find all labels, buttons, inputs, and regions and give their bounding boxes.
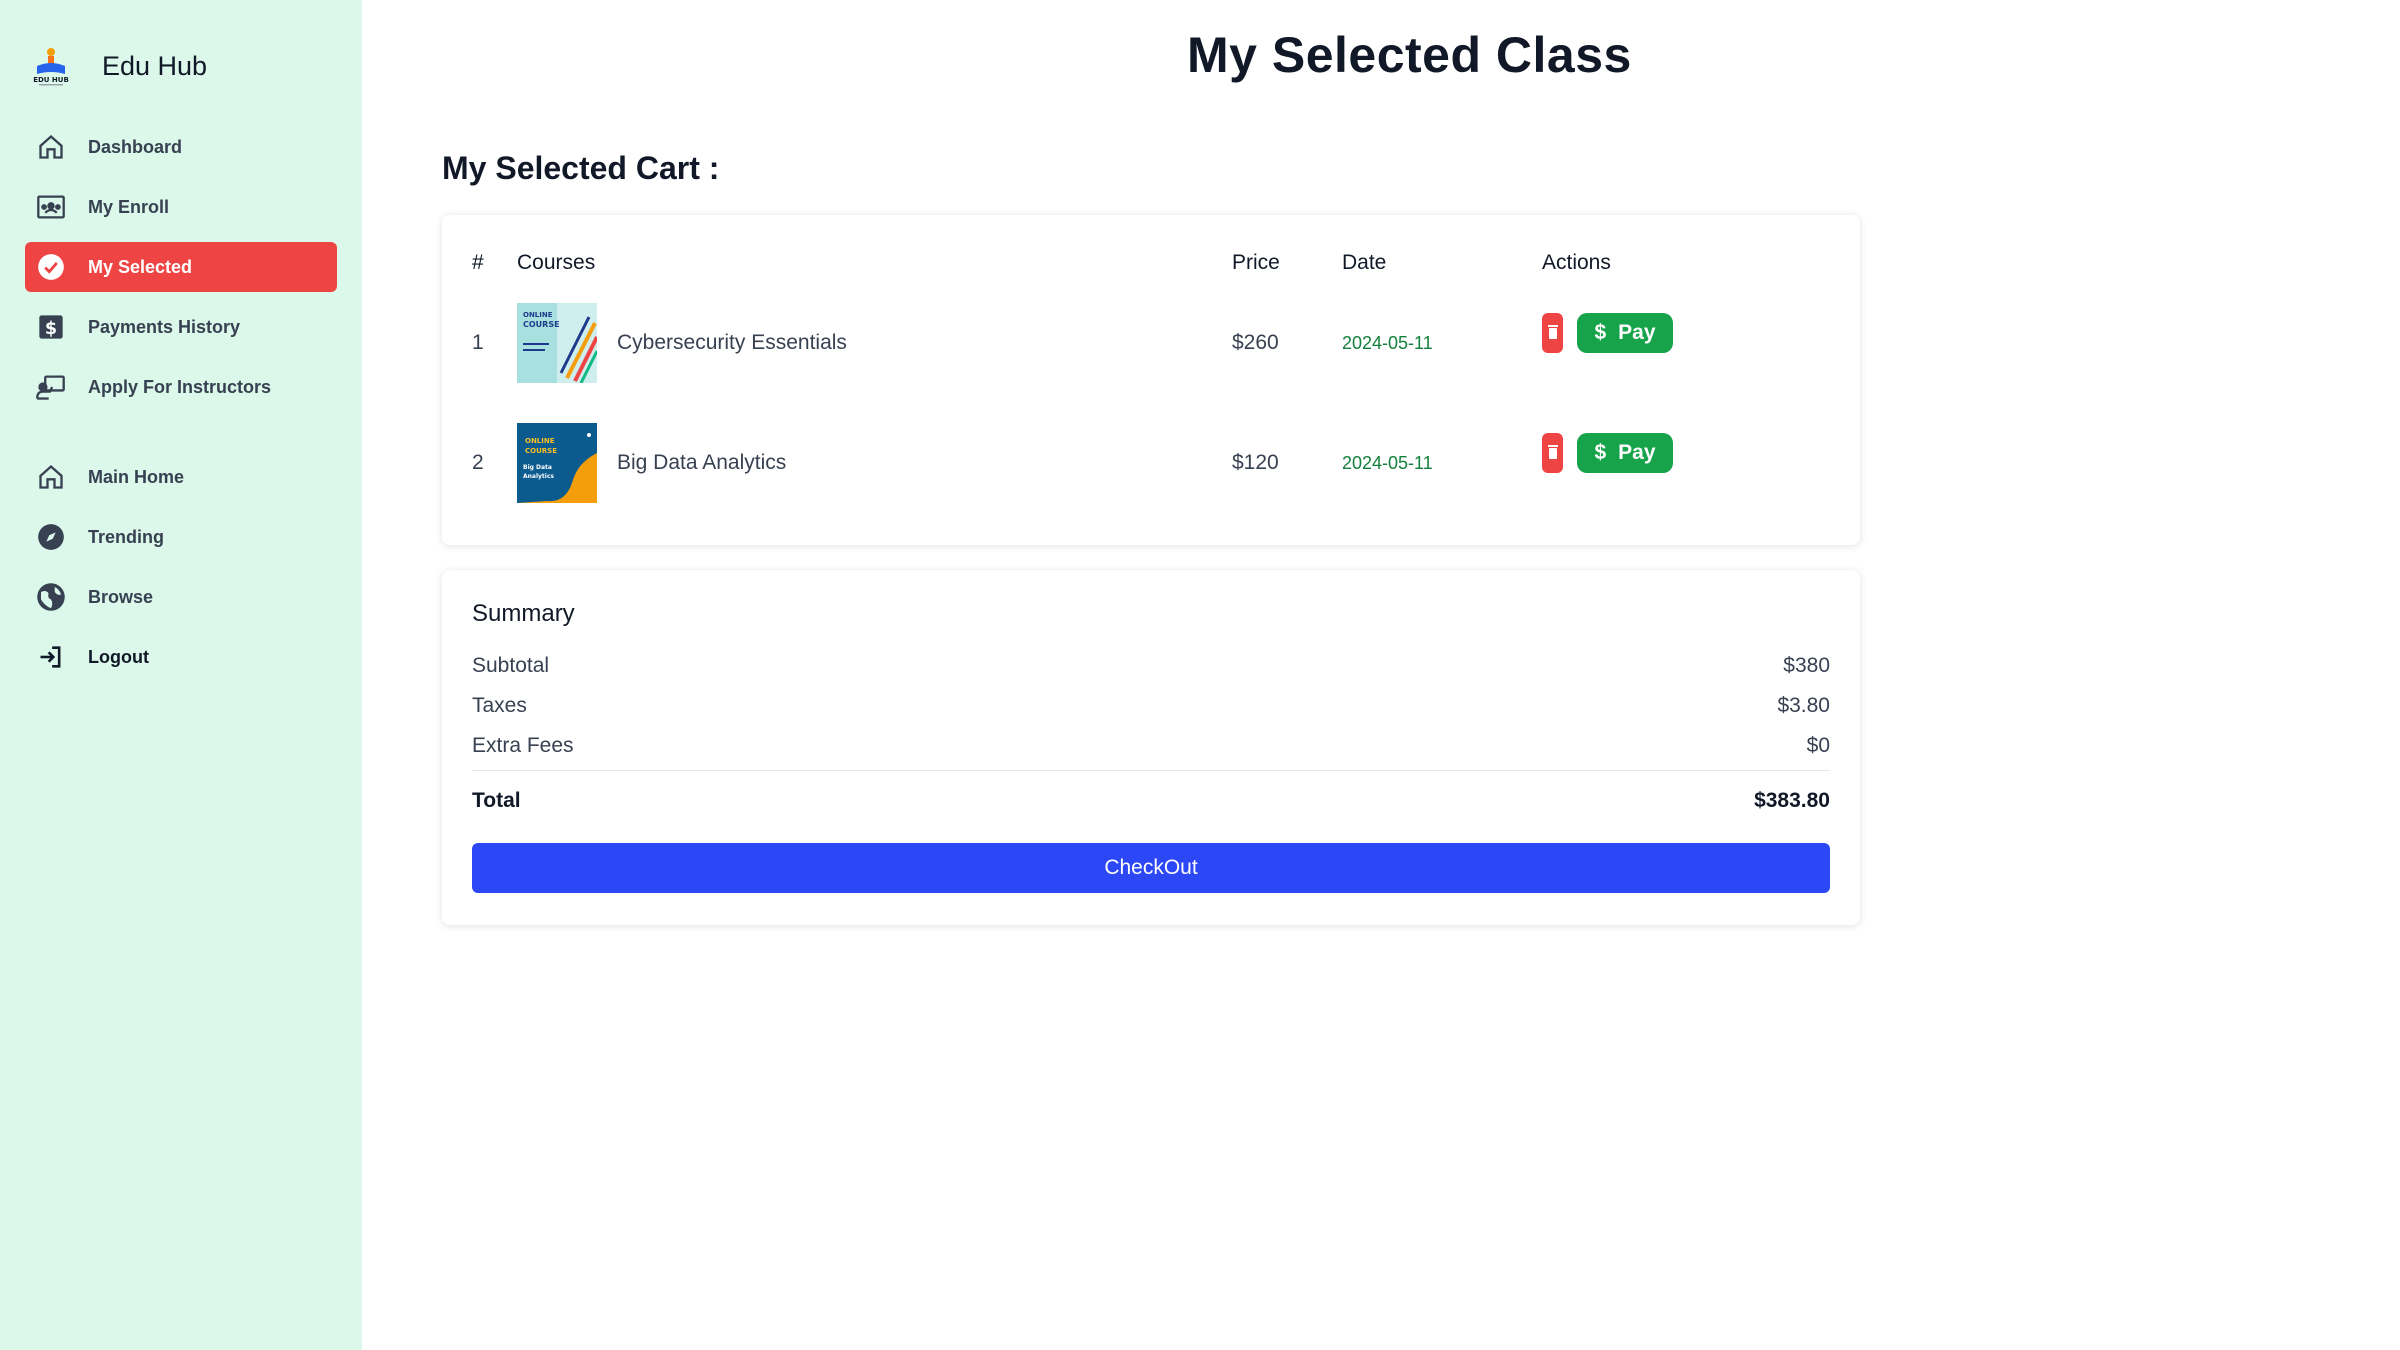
table-header-row: # Courses Price Date Actions xyxy=(472,243,1832,283)
table-row: 2 ONLINE COURSE Big Data Analytics Big D… xyxy=(472,403,1832,523)
sidebar-item-my-selected[interactable]: My Selected xyxy=(25,242,337,292)
pay-label: Pay xyxy=(1618,321,1656,344)
sidebar-item-label: My Selected xyxy=(88,256,193,277)
row-actions: $ Pay xyxy=(1542,403,1832,523)
sidebar-spacer xyxy=(25,422,337,452)
sidebar-item-label: My Enroll xyxy=(88,196,170,217)
sidebar-item-trending[interactable]: Trending xyxy=(25,512,337,562)
svg-text:$: $ xyxy=(45,319,57,339)
course-price: $260 xyxy=(1232,331,1279,354)
svg-text:COURSE: COURSE xyxy=(525,447,557,455)
sidebar-item-label: Dashboard xyxy=(88,136,183,157)
row-index: 1 xyxy=(472,331,484,354)
compass-icon xyxy=(35,521,67,553)
sidebar-item-logout[interactable]: Logout xyxy=(25,632,337,682)
check-circle-icon xyxy=(35,251,67,283)
brand[interactable]: EDU HUB Edu Hub xyxy=(31,40,337,92)
sidebar-item-label: Logout xyxy=(88,646,149,667)
course-thumbnail: ONLINE COURSE xyxy=(517,303,597,383)
course-price: $120 xyxy=(1232,451,1279,474)
column-header-index: # xyxy=(472,251,484,274)
table-row: 1 ONLINE COURSE Cybersecurity Essentials… xyxy=(472,283,1832,403)
column-header-date: Date xyxy=(1342,251,1387,274)
row-actions: $ Pay xyxy=(1542,283,1832,403)
column-header-price: Price xyxy=(1232,251,1280,274)
dollar-icon: $ xyxy=(35,311,67,343)
globe-icon xyxy=(35,581,67,613)
sidebar-item-label: Apply For Instructors xyxy=(88,376,272,397)
dollar-icon: $ xyxy=(1594,441,1607,464)
course-date: 2024-05-11 xyxy=(1342,452,1433,473)
sidebar-item-payments-history[interactable]: $ Payments History xyxy=(25,302,337,352)
taxes-label: Taxes xyxy=(472,694,527,717)
course-cell: ONLINE COURSE Big Data Analytics Big Dat… xyxy=(517,403,1232,523)
trash-icon xyxy=(1547,441,1559,465)
pay-button[interactable]: $ Pay xyxy=(1577,313,1673,353)
svg-text:Analytics: Analytics xyxy=(523,473,554,480)
svg-text:EDU HUB: EDU HUB xyxy=(33,76,69,84)
instructor-icon xyxy=(35,371,67,403)
sidebar-item-my-enroll[interactable]: My Enroll xyxy=(25,182,337,232)
sidebar-item-label: Main Home xyxy=(88,466,185,487)
logout-icon xyxy=(35,641,67,673)
page-title: My Selected Class xyxy=(1187,27,1632,83)
taxes-value: $3.80 xyxy=(1777,694,1830,717)
sidebar-item-main-home[interactable]: Main Home xyxy=(25,452,337,502)
cart-heading: My Selected Cart : xyxy=(442,150,720,186)
fees-value: $0 xyxy=(1806,734,1830,757)
taxes-row: Taxes $3.80 xyxy=(472,686,1830,726)
dollar-icon: $ xyxy=(1594,321,1607,344)
home-icon xyxy=(35,461,67,493)
subtotal-value: $380 xyxy=(1783,654,1830,677)
summary-divider xyxy=(472,770,1830,771)
brand-title: Edu Hub xyxy=(102,50,208,81)
enroll-icon xyxy=(35,191,67,223)
sidebar: EDU HUB Edu Hub Dashboard My Enroll My S… xyxy=(0,0,362,1350)
cart-card: # Courses Price Date Actions 1 ONLINE CO… xyxy=(442,215,1860,545)
pay-label: Pay xyxy=(1618,441,1656,464)
course-name: Big Data Analytics xyxy=(617,451,787,474)
column-header-courses: Courses xyxy=(517,251,596,274)
svg-text:Big Data: Big Data xyxy=(523,464,552,471)
sidebar-item-apply-for-instructors[interactable]: Apply For Instructors xyxy=(25,362,337,412)
row-index: 2 xyxy=(472,451,484,474)
cart-table: # Courses Price Date Actions 1 ONLINE CO… xyxy=(472,243,1832,523)
total-row: Total $383.80 xyxy=(472,781,1830,821)
fees-label: Extra Fees xyxy=(472,734,574,757)
course-date: 2024-05-11 xyxy=(1342,332,1433,353)
delete-button[interactable] xyxy=(1542,313,1563,353)
main-content: My Selected Class My Selected Cart : # C… xyxy=(362,0,2400,1350)
subtotal-label: Subtotal xyxy=(472,654,550,677)
checkout-button[interactable]: CheckOut xyxy=(472,843,1830,893)
course-thumbnail: ONLINE COURSE Big Data Analytics xyxy=(517,423,597,503)
sidebar-item-browse[interactable]: Browse xyxy=(25,572,337,622)
trash-icon xyxy=(1547,321,1559,345)
sidebar-item-label: Trending xyxy=(88,526,164,547)
total-label: Total xyxy=(472,789,521,812)
edu-hub-logo: EDU HUB xyxy=(31,44,71,88)
svg-text:ONLINE: ONLINE xyxy=(525,437,555,445)
column-header-actions: Actions xyxy=(1542,251,1611,274)
svg-text:COURSE: COURSE xyxy=(523,320,560,329)
sidebar-item-label: Browse xyxy=(88,586,154,607)
home-icon xyxy=(35,131,67,163)
delete-button[interactable] xyxy=(1542,433,1563,473)
total-value: $383.80 xyxy=(1754,789,1830,812)
course-name: Cybersecurity Essentials xyxy=(617,331,847,354)
sidebar-item-label: Payments History xyxy=(88,316,241,337)
pay-button[interactable]: $ Pay xyxy=(1577,433,1673,473)
subtotal-row: Subtotal $380 xyxy=(472,646,1830,686)
sidebar-item-dashboard[interactable]: Dashboard xyxy=(25,122,337,172)
course-cell: ONLINE COURSE Cybersecurity Essentials xyxy=(517,283,1232,403)
summary-title: Summary xyxy=(472,600,575,627)
fees-row: Extra Fees $0 xyxy=(472,726,1830,766)
summary-card: Summary Subtotal $380 Taxes $3.80 Extra … xyxy=(442,570,1860,925)
svg-text:ONLINE: ONLINE xyxy=(523,311,553,319)
